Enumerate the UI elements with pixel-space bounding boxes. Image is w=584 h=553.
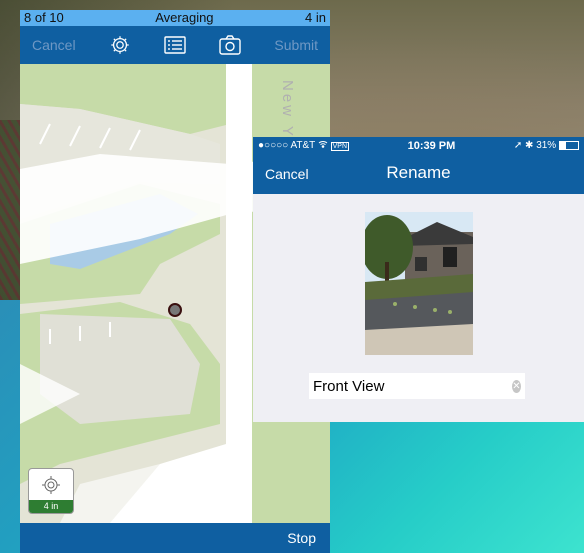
clear-text-icon[interactable]: ✕ (512, 379, 521, 393)
camera-icon[interactable] (219, 34, 241, 56)
wifi-icon (318, 140, 331, 151)
clock: 10:39 PM (407, 139, 456, 152)
list-icon[interactable] (164, 34, 186, 56)
submit-button[interactable]: Submit (274, 37, 318, 53)
averaging-label: Averaging (155, 10, 214, 25)
bluetooth-icon: ✱ (525, 140, 534, 151)
rename-nav-bar: Cancel Rename (253, 154, 584, 194)
cancel-button[interactable]: Cancel (32, 37, 76, 53)
point-progress: 8 of 10 (24, 10, 64, 25)
vpn-badge: VPN (330, 142, 350, 151)
battery-icon (558, 140, 579, 150)
averaging-status-bar: 8 of 10 Averaging 4 in (20, 10, 330, 26)
photo-name-input[interactable] (313, 377, 512, 395)
carrier-label: AT&T (290, 140, 316, 151)
location-arrow-icon: ➚ (513, 140, 523, 151)
accuracy-label: 4 in (305, 10, 326, 25)
gps-target-icon (42, 475, 60, 494)
rename-screen: ●○○○○ AT&T VPN 10:39 PM ➚ ✱ 31% Cancel R… (253, 137, 584, 422)
gear-icon[interactable] (109, 34, 131, 56)
photo-name-field[interactable]: ✕ (309, 373, 525, 399)
battery-percent: 31% (536, 140, 557, 151)
battery-area: ➚ ✱ 31% (514, 140, 579, 151)
gps-accuracy-label: 4 in (29, 500, 73, 513)
location-dot (168, 303, 182, 317)
top-toolbar: Cancel Submit (20, 26, 330, 64)
bottom-bar: Stop (20, 523, 330, 553)
house-photo (365, 212, 473, 355)
carrier-signal: ●○○○○ AT&T VPN (258, 140, 350, 151)
stop-button[interactable]: Stop (287, 530, 316, 546)
gps-accuracy-badge[interactable]: 4 in (28, 468, 74, 514)
rename-title: Rename (386, 163, 451, 182)
signal-dots-icon: ●○○○○ (258, 140, 289, 151)
ios-status-bar: ●○○○○ AT&T VPN 10:39 PM ➚ ✱ 31% (253, 137, 584, 154)
